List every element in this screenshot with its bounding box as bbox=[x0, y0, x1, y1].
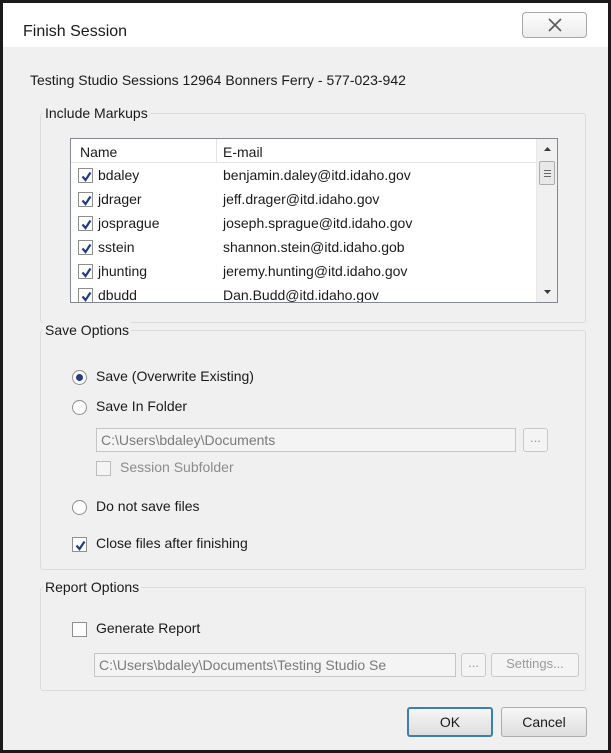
scroll-up-button[interactable] bbox=[537, 139, 557, 159]
arrow-up-icon bbox=[544, 147, 551, 151]
finish-session-dialog: Finish Session Testing Studio Sessions 1… bbox=[0, 0, 611, 753]
list-item[interactable]: jhunting jeremy.hunting@itd.idaho.gov bbox=[71, 259, 536, 283]
row-checkbox[interactable] bbox=[78, 192, 93, 207]
row-username: josprague bbox=[98, 215, 160, 231]
session-subfolder-checkbox[interactable] bbox=[96, 461, 111, 476]
ok-button[interactable]: OK bbox=[407, 707, 493, 737]
row-email: shannon.stein@itd.idaho.gob bbox=[223, 239, 405, 255]
title-bar: Finish Session bbox=[3, 3, 608, 47]
checkmark-icon bbox=[75, 540, 86, 551]
row-checkbox[interactable] bbox=[78, 216, 93, 231]
checkmark-icon bbox=[81, 195, 92, 206]
include-markups-label: Include Markups bbox=[43, 105, 150, 121]
row-checkbox[interactable] bbox=[78, 288, 93, 302]
list-header: Name E-mail bbox=[71, 139, 536, 163]
column-name-header[interactable]: Name bbox=[80, 144, 117, 160]
row-username: sstein bbox=[98, 239, 135, 255]
session-info: Testing Studio Sessions 12964 Bonners Fe… bbox=[30, 72, 406, 88]
dialog-content: Testing Studio Sessions 12964 Bonners Fe… bbox=[3, 47, 608, 750]
folder-path-input[interactable]: C:\Users\bdaley\Documents bbox=[96, 428, 516, 452]
checkmark-icon bbox=[81, 267, 92, 278]
list-item[interactable]: sstein shannon.stein@itd.idaho.gob bbox=[71, 235, 536, 259]
checkmark-icon bbox=[81, 219, 92, 230]
overwrite-radio[interactable] bbox=[72, 370, 87, 385]
save-in-folder-label[interactable]: Save In Folder bbox=[96, 398, 187, 414]
session-subfolder-label[interactable]: Session Subfolder bbox=[120, 459, 234, 475]
save-options-label: Save Options bbox=[43, 322, 132, 338]
row-email: Dan.Budd@itd.idaho.gov bbox=[223, 287, 379, 303]
scroll-thumb[interactable] bbox=[539, 161, 555, 185]
overwrite-label[interactable]: Save (Overwrite Existing) bbox=[96, 368, 254, 384]
generate-report-checkbox[interactable] bbox=[72, 622, 87, 637]
checkmark-icon bbox=[81, 291, 92, 302]
checkmark-icon bbox=[81, 171, 92, 182]
vertical-scrollbar[interactable] bbox=[536, 139, 557, 302]
grip-line bbox=[544, 170, 551, 171]
row-checkbox[interactable] bbox=[78, 264, 93, 279]
list-item[interactable]: dbudd Dan.Budd@itd.idaho.gov bbox=[71, 283, 536, 303]
report-options-label: Report Options bbox=[43, 579, 142, 595]
report-path-input[interactable]: C:\Users\bdaley\Documents\Testing Studio… bbox=[94, 653, 456, 677]
generate-report-label[interactable]: Generate Report bbox=[96, 620, 200, 636]
save-options-group: Save Options Save (Overwrite Existing) S… bbox=[40, 322, 586, 570]
row-email: benjamin.daley@itd.idaho.gov bbox=[223, 167, 411, 183]
row-email: jeremy.hunting@itd.idaho.gov bbox=[223, 263, 408, 279]
markups-list[interactable]: Name E-mail bdaley benjamin.daley@itd.id… bbox=[70, 138, 558, 303]
cancel-button[interactable]: Cancel bbox=[501, 707, 587, 737]
row-username: jhunting bbox=[98, 263, 148, 279]
list-rows: bdaley benjamin.daley@itd.idaho.gov jdra… bbox=[71, 163, 536, 303]
row-username: dbudd bbox=[98, 287, 137, 303]
browse-report-button[interactable]: ... bbox=[461, 653, 486, 677]
report-options-group: Report Options Generate Report C:\Users\… bbox=[40, 579, 586, 691]
row-username: bdaley bbox=[98, 167, 140, 183]
arrow-down-icon bbox=[544, 290, 551, 294]
grip-line bbox=[544, 176, 551, 177]
column-email-header[interactable]: E-mail bbox=[223, 144, 263, 160]
row-checkbox[interactable] bbox=[78, 168, 93, 183]
column-separator[interactable] bbox=[216, 139, 217, 163]
row-email: jeff.drager@itd.idaho.gov bbox=[223, 191, 380, 207]
close-files-label[interactable]: Close files after finishing bbox=[96, 535, 248, 551]
scroll-down-button[interactable] bbox=[537, 282, 557, 302]
checkmark-icon bbox=[81, 243, 92, 254]
list-item[interactable]: jdrager jeff.drager@itd.idaho.gov bbox=[71, 187, 536, 211]
browse-folder-button[interactable]: ... bbox=[523, 428, 548, 452]
grip-line bbox=[544, 173, 551, 174]
report-settings-button[interactable]: Settings... bbox=[491, 653, 579, 677]
list-item[interactable]: bdaley benjamin.daley@itd.idaho.gov bbox=[71, 163, 536, 187]
close-button[interactable] bbox=[522, 12, 587, 38]
do-not-save-radio[interactable] bbox=[72, 500, 87, 515]
close-files-checkbox[interactable] bbox=[72, 537, 87, 552]
do-not-save-label[interactable]: Do not save files bbox=[96, 498, 200, 514]
save-in-folder-radio[interactable] bbox=[72, 400, 87, 415]
row-email: joseph.sprague@itd.idaho.gov bbox=[223, 215, 413, 231]
row-username: jdrager bbox=[98, 191, 142, 207]
dialog-title: Finish Session bbox=[23, 23, 128, 40]
list-item[interactable]: josprague joseph.sprague@itd.idaho.gov bbox=[71, 211, 536, 235]
row-checkbox[interactable] bbox=[78, 240, 93, 255]
include-markups-group: Include Markups Name E-mail bdaley benja… bbox=[40, 105, 586, 323]
close-icon bbox=[548, 18, 562, 32]
